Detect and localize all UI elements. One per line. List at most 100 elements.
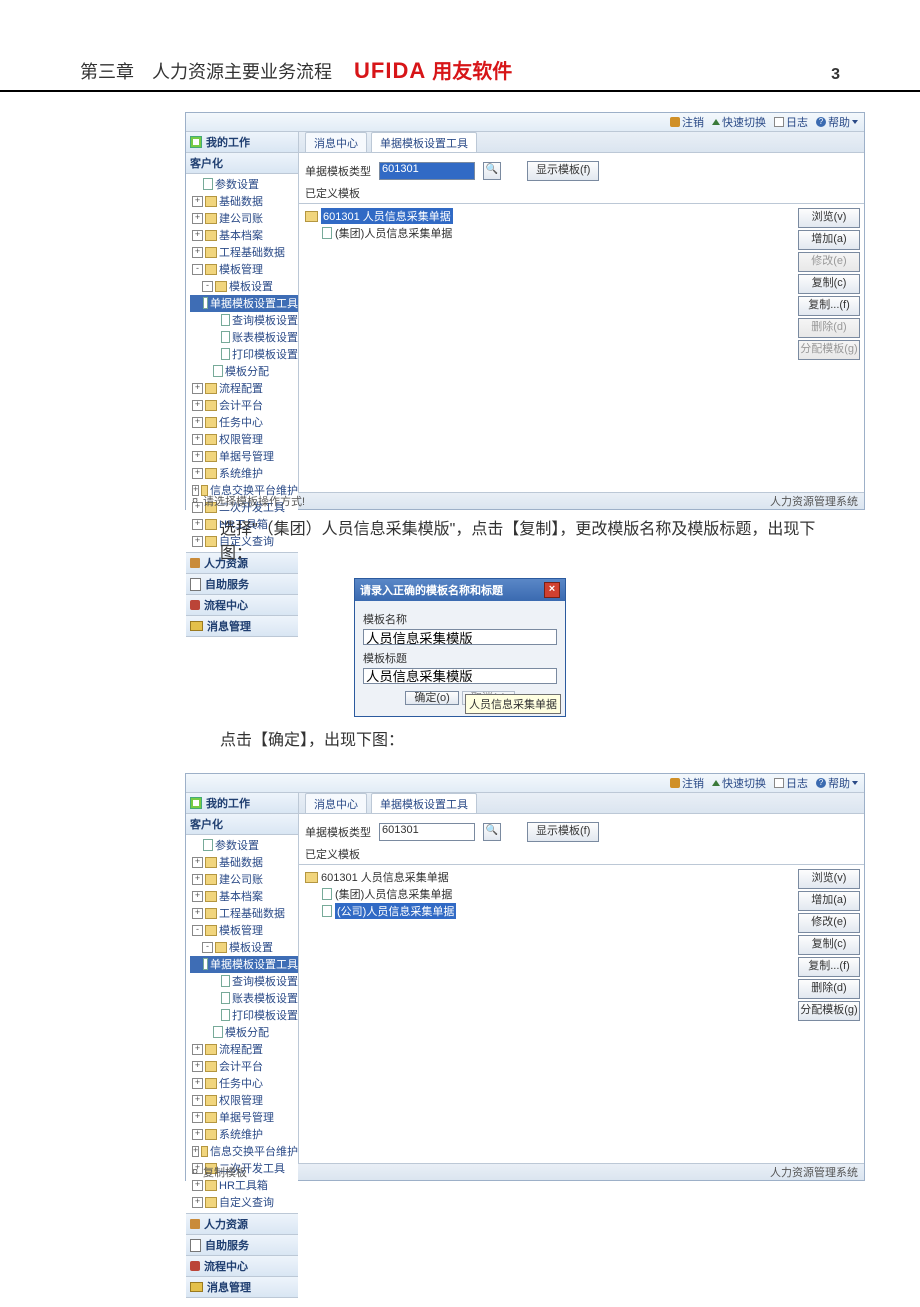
type-input[interactable]: 601301 <box>379 162 475 180</box>
sidebar-hr[interactable]: 人力资源 <box>186 1214 298 1235</box>
tree-node[interactable]: +权限管理 <box>190 1092 298 1109</box>
tree-node[interactable]: +工程基础数据 <box>190 905 298 922</box>
tree-node[interactable]: +任务中心 <box>190 1075 298 1092</box>
search-button[interactable]: 🔍 <box>483 823 501 841</box>
tree-node[interactable]: 参数设置 <box>190 176 298 193</box>
add-button[interactable]: 增加(a) <box>798 891 860 911</box>
tree-node[interactable]: +流程配置 <box>190 1041 298 1058</box>
expand-icon[interactable]: - <box>202 281 213 292</box>
tree-node[interactable]: 账表模板设置 <box>190 990 298 1007</box>
copy-button[interactable]: 复制(c) <box>798 274 860 294</box>
expand-icon[interactable]: + <box>192 1180 203 1191</box>
sidebar-mywork[interactable]: 我的工作 <box>186 793 298 814</box>
expand-icon[interactable]: + <box>192 891 203 902</box>
tree-node[interactable]: 单据模板设置工具 <box>190 956 298 973</box>
ok-button[interactable]: 确定(o) <box>405 691 458 705</box>
tree-node[interactable]: 查询模板设置 <box>190 312 298 329</box>
tree-node[interactable]: 账表模板设置 <box>190 329 298 346</box>
template-node[interactable]: (公司)人员信息采集单据 <box>305 903 858 920</box>
expand-icon[interactable]: + <box>192 519 203 530</box>
copy-button[interactable]: 复制(c) <box>798 935 860 955</box>
expand-icon[interactable]: + <box>192 383 203 394</box>
expand-icon[interactable]: + <box>192 1078 203 1089</box>
tree-node[interactable]: +单据号管理 <box>190 1109 298 1126</box>
log-link[interactable]: 日志 <box>774 114 808 130</box>
delete-button[interactable]: 删除(d) <box>798 979 860 999</box>
tree-node[interactable]: +建公司账 <box>190 210 298 227</box>
expand-icon[interactable]: - <box>202 942 213 953</box>
help-link[interactable]: ?帮助 <box>816 775 858 791</box>
tree-node[interactable]: +自定义查询 <box>190 1194 298 1211</box>
expand-icon[interactable]: - <box>192 925 203 936</box>
browse-button[interactable]: 浏览(v) <box>798 869 860 889</box>
expand-icon[interactable]: + <box>192 213 203 224</box>
sidebar-mywork[interactable]: 我的工作 <box>186 132 298 153</box>
sidebar-flow[interactable]: 流程中心 <box>186 1256 298 1277</box>
tab-template-tool[interactable]: 单据模板设置工具 <box>371 793 477 813</box>
tree-node[interactable]: +任务中心 <box>190 414 298 431</box>
sidebar-kehuhua[interactable]: 客户化 <box>186 814 298 835</box>
edit-button[interactable]: 修改(e) <box>798 913 860 933</box>
tree-node[interactable]: -模板管理 <box>190 261 298 278</box>
sidebar-msg[interactable]: 消息管理 <box>186 616 298 637</box>
tree-node[interactable]: 参数设置 <box>190 837 298 854</box>
expand-icon[interactable]: + <box>192 908 203 919</box>
sidebar-kehuhua[interactable]: 客户化 <box>186 153 298 174</box>
tree-node[interactable]: +单据号管理 <box>190 448 298 465</box>
expand-icon[interactable]: + <box>192 230 203 241</box>
tab-message-center[interactable]: 消息中心 <box>305 793 367 813</box>
tree-node[interactable]: 模板分配 <box>190 363 298 380</box>
template-node[interactable]: (集团)人员信息采集单据 <box>305 886 858 903</box>
show-template-button[interactable]: 显示模板(f) <box>527 822 599 842</box>
template-node[interactable]: (集团)人员信息采集单据 <box>305 225 858 242</box>
browse-button[interactable]: 浏览(v) <box>798 208 860 228</box>
tree-node[interactable]: +系统维护 <box>190 1126 298 1143</box>
nav-tree[interactable]: 参数设置+基础数据+建公司账+基本档案+工程基础数据-模板管理-模板设置单据模板… <box>186 835 298 1214</box>
tree-node[interactable]: +权限管理 <box>190 431 298 448</box>
tree-node[interactable]: 模板分配 <box>190 1024 298 1041</box>
name-input[interactable] <box>363 629 557 645</box>
assign-button[interactable]: 分配模板(g) <box>798 1001 860 1021</box>
expand-icon[interactable]: + <box>192 1146 199 1157</box>
sidebar-msg[interactable]: 消息管理 <box>186 1277 298 1298</box>
tree-node[interactable]: -模板设置 <box>190 939 298 956</box>
tree-node[interactable]: +建公司账 <box>190 871 298 888</box>
copy-as-button[interactable]: 复制...(f) <box>798 296 860 316</box>
expand-icon[interactable]: + <box>192 1197 203 1208</box>
add-button[interactable]: 增加(a) <box>798 230 860 250</box>
sidebar-self[interactable]: 自助服务 <box>186 574 298 595</box>
tree-node[interactable]: +会计平台 <box>190 1058 298 1075</box>
expand-icon[interactable]: + <box>192 1044 203 1055</box>
expand-icon[interactable]: + <box>192 485 199 496</box>
tree-node[interactable]: 查询模板设置 <box>190 973 298 990</box>
expand-icon[interactable]: + <box>192 1112 203 1123</box>
template-node[interactable]: 601301 人员信息采集单据 <box>305 869 858 886</box>
expand-icon[interactable]: + <box>192 536 203 547</box>
quick-switch-link[interactable]: 快速切换 <box>712 775 766 791</box>
title-input[interactable] <box>363 668 557 684</box>
tree-node[interactable]: -模板设置 <box>190 278 298 295</box>
tree-node[interactable]: +基础数据 <box>190 193 298 210</box>
exit-link[interactable]: 注销 <box>670 114 704 130</box>
expand-icon[interactable]: + <box>192 1129 203 1140</box>
tab-message-center[interactable]: 消息中心 <box>305 132 367 152</box>
tree-node[interactable]: -模板管理 <box>190 922 298 939</box>
tree-node[interactable]: +流程配置 <box>190 380 298 397</box>
expand-icon[interactable]: + <box>192 451 203 462</box>
tree-node[interactable]: +基本档案 <box>190 227 298 244</box>
tab-template-tool[interactable]: 单据模板设置工具 <box>371 132 477 152</box>
expand-icon[interactable]: + <box>192 874 203 885</box>
log-link[interactable]: 日志 <box>774 775 808 791</box>
expand-icon[interactable]: + <box>192 417 203 428</box>
copy-as-button[interactable]: 复制...(f) <box>798 957 860 977</box>
close-button[interactable]: × <box>544 582 560 598</box>
exit-link[interactable]: 注销 <box>670 775 704 791</box>
sidebar-flow[interactable]: 流程中心 <box>186 595 298 616</box>
search-button[interactable]: 🔍 <box>483 162 501 180</box>
template-node[interactable]: 601301 人员信息采集单据 <box>305 208 858 225</box>
expand-icon[interactable]: + <box>192 434 203 445</box>
template-tree[interactable]: 601301 人员信息采集单据(集团)人员信息采集单据 <box>299 204 864 246</box>
tree-node[interactable]: 打印模板设置 <box>190 346 298 363</box>
sidebar-self[interactable]: 自助服务 <box>186 1235 298 1256</box>
expand-icon[interactable]: + <box>192 468 203 479</box>
